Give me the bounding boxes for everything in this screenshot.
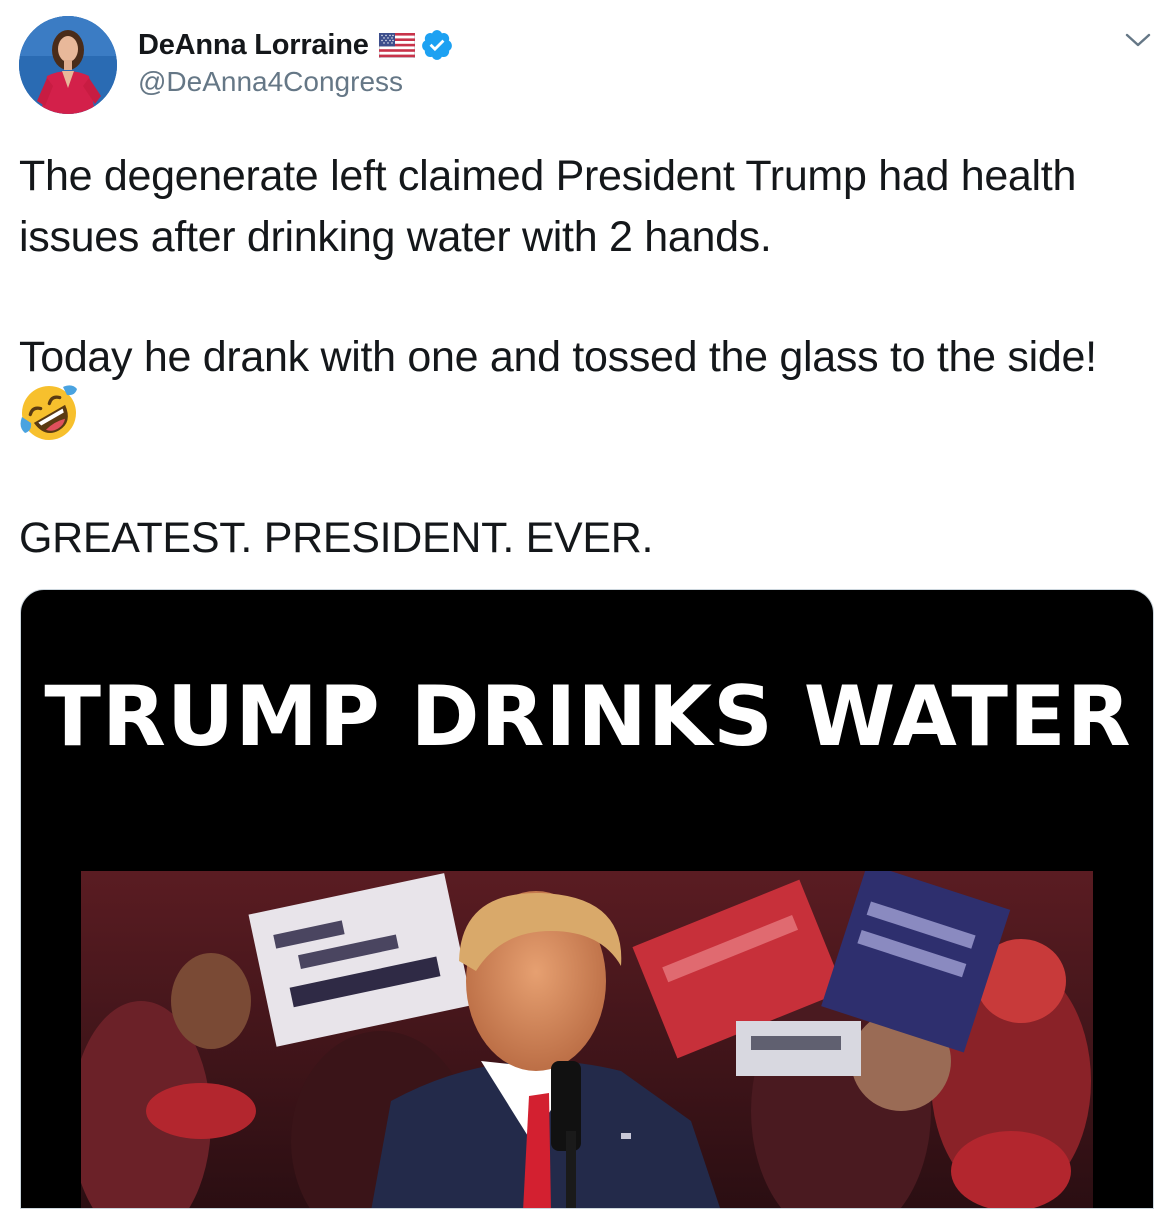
video-title-caption: TRUMP DRINKS WATER [44, 668, 1132, 765]
display-name[interactable]: DeAnna Lorraine [138, 29, 369, 62]
tweet-text-paragraph-1: The degenerate left claimed President Tr… [19, 152, 1077, 261]
avatar[interactable] [19, 16, 117, 114]
tweet: DeAnna Lorraine @DeAnna4Congress The deg… [0, 0, 1170, 1209]
tweet-text-paragraph-2: Today he drank with one and tossed the g… [19, 333, 1097, 381]
rolling-on-floor-laughing-emoji [19, 383, 79, 443]
chevron-down-icon[interactable] [1124, 28, 1152, 52]
author-handle[interactable]: @DeAnna4Congress [138, 66, 403, 98]
author-name-row: DeAnna Lorraine [138, 26, 454, 64]
media-video[interactable]: TRUMP DRINKS WATER [20, 589, 1154, 1209]
video-frame[interactable] [81, 871, 1093, 1208]
tweet-text-paragraph-3: GREATEST. PRESIDENT. EVER. [19, 514, 654, 562]
verified-badge-icon [420, 28, 454, 62]
us-flag-icon [378, 32, 416, 58]
